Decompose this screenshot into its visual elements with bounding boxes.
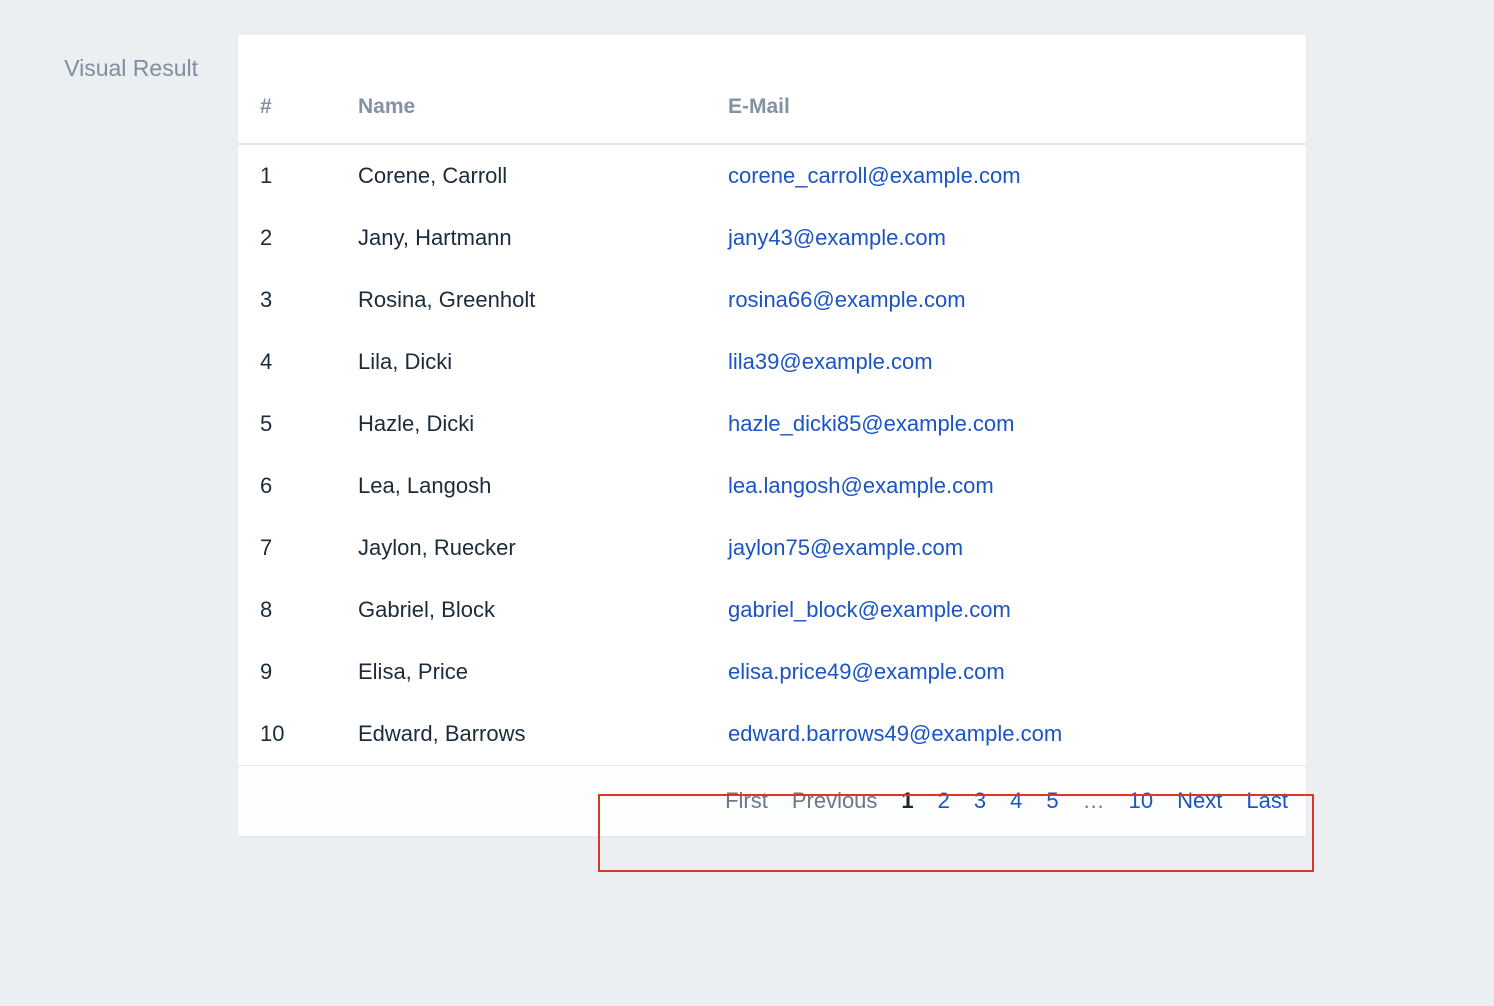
cell-name: Edward, Barrows [338, 703, 708, 765]
page-previous[interactable]: Previous [792, 788, 878, 814]
cell-email: corene_carroll@example.com [708, 144, 1306, 207]
cell-num: 7 [238, 517, 338, 579]
table-row: 2Jany, Hartmann jany43@example.com [238, 207, 1306, 269]
cell-name: Jany, Hartmann [338, 207, 708, 269]
cell-email: lea.langosh@example.com [708, 455, 1306, 517]
page-ellipsis: … [1083, 788, 1105, 814]
cell-email: rosina66@example.com [708, 269, 1306, 331]
table-row: 3Rosina, Greenholt rosina66@example.com [238, 269, 1306, 331]
page-number[interactable]: 2 [938, 788, 950, 814]
page-number[interactable]: 4 [1010, 788, 1022, 814]
pagination-bar: First Previous 1 2345 … 10 Next Last [238, 765, 1306, 836]
page-number[interactable]: 10 [1129, 788, 1153, 814]
cell-name: Corene, Carroll [338, 144, 708, 207]
cell-num: 8 [238, 579, 338, 641]
cell-num: 5 [238, 393, 338, 455]
page-last[interactable]: Last [1246, 788, 1288, 814]
cell-num: 1 [238, 144, 338, 207]
table-row: 10Edward, Barrows edward.barrows49@exampl… [238, 703, 1306, 765]
cell-name: Lea, Langosh [338, 455, 708, 517]
cell-num: 2 [238, 207, 338, 269]
cell-email: elisa.price49@example.com [708, 641, 1306, 703]
cell-num: 9 [238, 641, 338, 703]
cell-email: edward.barrows49@example.com [708, 703, 1306, 765]
email-link[interactable]: lea.langosh@example.com [728, 473, 994, 498]
cell-email: gabriel_block@example.com [708, 579, 1306, 641]
email-link[interactable]: elisa.price49@example.com [728, 659, 1005, 684]
page-next[interactable]: Next [1177, 788, 1222, 814]
col-header-email: E-Mail [708, 35, 1306, 144]
table-row: 7Jaylon, Ruecker jaylon75@example.com [238, 517, 1306, 579]
email-link[interactable]: hazle_dicki85@example.com [728, 411, 1014, 436]
col-header-num: # [238, 35, 338, 144]
cell-name: Gabriel, Block [338, 579, 708, 641]
table-header-row: # Name E-Mail [238, 35, 1306, 144]
cell-email: hazle_dicki85@example.com [708, 393, 1306, 455]
email-link[interactable]: gabriel_block@example.com [728, 597, 1011, 622]
page-number-current[interactable]: 1 [901, 788, 913, 814]
cell-name: Elisa, Price [338, 641, 708, 703]
table-row: 4Lila, Dicki lila39@example.com [238, 331, 1306, 393]
cell-name: Lila, Dicki [338, 331, 708, 393]
email-link[interactable]: corene_carroll@example.com [728, 163, 1021, 188]
email-link[interactable]: lila39@example.com [728, 349, 933, 374]
page: Visual Result # Name E-Mail 1Corene, Car… [0, 0, 1494, 836]
cell-num: 6 [238, 455, 338, 517]
data-table: # Name E-Mail 1Corene, Carroll corene_car… [238, 35, 1306, 765]
email-link[interactable]: jaylon75@example.com [728, 535, 963, 560]
cell-name: Jaylon, Ruecker [338, 517, 708, 579]
cell-email: jaylon75@example.com [708, 517, 1306, 579]
section-label: Visual Result [0, 35, 238, 82]
cell-num: 10 [238, 703, 338, 765]
cell-email: lila39@example.com [708, 331, 1306, 393]
table-row: 1Corene, Carroll corene_carroll@example.c… [238, 144, 1306, 207]
email-link[interactable]: edward.barrows49@example.com [728, 721, 1062, 746]
page-number[interactable]: 5 [1046, 788, 1058, 814]
table-row: 9Elisa, Price elisa.price49@example.com [238, 641, 1306, 703]
result-panel: # Name E-Mail 1Corene, Carrollcorene_car… [238, 35, 1306, 836]
cell-name: Rosina, Greenholt [338, 269, 708, 331]
cell-name: Hazle, Dicki [338, 393, 708, 455]
cell-num: 4 [238, 331, 338, 393]
table-row: 5Hazle, Dicki hazle_dicki85@example.com [238, 393, 1306, 455]
cell-num: 3 [238, 269, 338, 331]
page-first[interactable]: First [725, 788, 768, 814]
col-header-name: Name [338, 35, 708, 144]
page-number[interactable]: 3 [974, 788, 986, 814]
cell-email: jany43@example.com [708, 207, 1306, 269]
table-row: 8Gabriel, Block gabriel_block@example.com [238, 579, 1306, 641]
table-row: 6Lea, Langosh lea.langosh@example.com [238, 455, 1306, 517]
email-link[interactable]: rosina66@example.com [728, 287, 966, 312]
email-link[interactable]: jany43@example.com [728, 225, 946, 250]
